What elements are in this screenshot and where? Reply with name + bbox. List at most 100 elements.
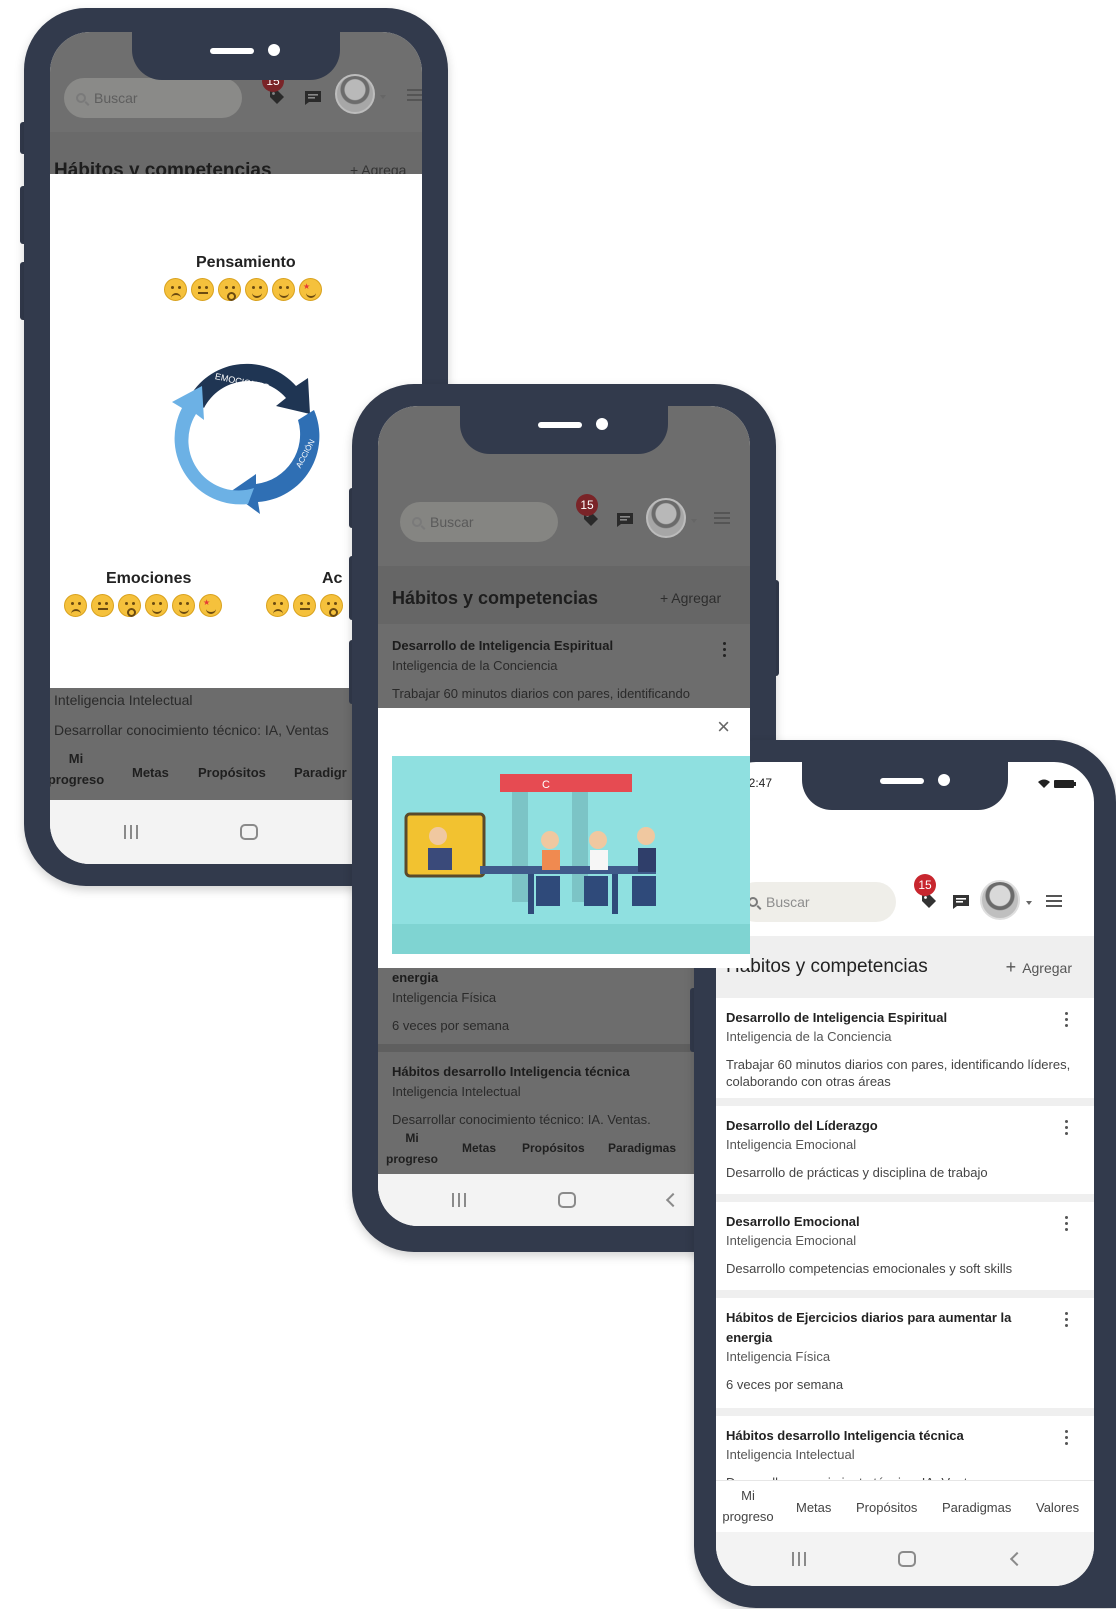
tab-metas[interactable]: Metas [796,1497,831,1518]
more-options-icon[interactable] [1065,1312,1068,1330]
tab-valores[interactable]: Valores [1036,1497,1079,1518]
chevron-down-icon [691,519,697,523]
phone2-card-1[interactable]: Desarrollo de Inteligencia Espiritual In… [378,624,750,708]
card-subtitle: Inteligencia Emocional [726,1233,857,1248]
emoji-sad-icon[interactable] [164,278,187,301]
more-options-icon[interactable] [1065,1216,1068,1234]
section-title: Hábitos y competencias [392,588,599,608]
phone2-video-modal: × C [378,708,750,968]
tab-mi-progreso[interactable]: Mi progreso [50,748,108,790]
menu-icon[interactable] [407,89,422,101]
phone1-notch [132,32,340,80]
emoji-happy-icon[interactable] [145,594,168,617]
emociones-label: Emociones [106,570,192,587]
tab-mi-progreso[interactable]: Mi progreso [380,1128,444,1170]
recent-apps-icon[interactable] [452,1193,466,1207]
more-options-icon[interactable] [723,642,726,660]
emoji-star-eyes-icon[interactable] [199,594,222,617]
emoji-laughing-icon[interactable] [272,278,295,301]
menu-icon[interactable] [714,512,730,524]
avatar[interactable] [980,880,1020,920]
card-description: Trabajar 60 minutos diarios con pares, i… [392,686,690,701]
search-placeholder: Buscar [766,894,810,910]
card-subtitle: Inteligencia Física [726,1349,831,1364]
list-item[interactable]: Desarrollo de Inteligencia Espiritual In… [716,998,1094,1106]
menu-icon[interactable] [1046,895,1062,907]
back-icon[interactable] [665,1192,681,1208]
back-icon[interactable] [1009,1551,1025,1567]
card-description: 6 veces por semana [726,1377,844,1392]
mockup-stage: Buscar 15 Hábitos y competencias + Agreg… [0,0,1116,1609]
avatar[interactable] [646,498,686,538]
search-input[interactable]: Buscar [736,882,896,922]
tab-propositos[interactable]: Propósitos [522,1138,585,1159]
emoji-laughing-icon[interactable] [172,594,195,617]
tab-propositos[interactable]: Propósitos [198,762,266,783]
card-subtitle: Inteligencia Intelectual [54,692,193,708]
notification-badge: 15 [914,874,936,896]
list-item[interactable]: Desarrollo Emocional Inteligencia Emocio… [716,1202,1094,1298]
tab-metas[interactable]: Metas [462,1138,496,1159]
phone1-search-input[interactable]: Buscar [64,78,242,118]
card-title: Hábitos desarrollo Inteligencia técnica [392,1064,630,1079]
more-options-icon[interactable] [1065,1012,1068,1030]
list-item[interactable]: Desarrollo del Líderazgo Inteligencia Em… [716,1106,1094,1202]
emoji-surprised-icon[interactable] [218,278,241,301]
phone2-section-head: Hábitos y competencias + Agregar [378,566,750,624]
habits-list: Desarrollo de Inteligencia Espiritual In… [716,998,1094,1506]
card-description: Desarrollo competencias emocionales y so… [726,1261,1013,1276]
chat-icon[interactable] [616,512,634,528]
tab-paradigmas[interactable]: Paradigmas [942,1497,1011,1518]
more-options-icon[interactable] [1065,1430,1068,1448]
tab-propositos[interactable]: Propósitos [856,1497,917,1518]
avatar[interactable] [335,74,375,114]
emoji-surprised-icon[interactable] [320,594,343,617]
accion-label: Ac [322,570,343,587]
status-icons [1038,779,1076,788]
search-placeholder: Buscar [94,90,138,106]
chat-icon[interactable] [952,894,970,910]
emoji-neutral-icon[interactable] [191,278,214,301]
phone2-search-input[interactable]: Buscar [400,502,558,542]
emoji-neutral-icon[interactable] [293,594,316,617]
card-description: Desarrollar conocimiento técnico: IA, Ve… [54,722,329,738]
emoji-neutral-icon[interactable] [91,594,114,617]
pensamiento-label: Pensamiento [196,254,296,271]
home-icon[interactable] [558,1192,576,1208]
cycle-label-pensamiento: PENSAMIENTO [196,412,212,464]
card-title: Desarrollo Emocional [726,1214,860,1229]
phone1-section-head: Hábitos y competencias + Agrega [50,132,422,181]
phone3-notch [802,762,1008,810]
emoji-star-eyes-icon[interactable] [299,278,322,301]
emoji-sad-icon[interactable] [64,594,87,617]
video-conference-illustration[interactable]: C [392,756,750,954]
search-icon [76,93,86,103]
recent-apps-icon[interactable] [124,825,138,839]
tab-mi-progreso[interactable]: Mi progreso [716,1485,780,1527]
accion-emoji-scale[interactable] [266,594,343,617]
emociones-emoji-scale[interactable] [64,594,222,617]
card-subtitle: Inteligencia Intelectual [726,1447,855,1462]
card-description: Trabajar 60 minutos diarios con pares, i… [726,1057,1071,1089]
close-icon[interactable]: × [717,716,730,738]
tab-paradigmas[interactable]: Paradigmas [608,1138,676,1159]
chat-icon[interactable] [304,90,322,106]
home-icon[interactable] [240,824,258,840]
recent-apps-icon[interactable] [792,1552,806,1566]
list-item[interactable]: Hábitos de Ejercicios diarios para aumen… [716,1298,1094,1416]
home-icon[interactable] [898,1551,916,1567]
tab-paradigmas[interactable]: Paradigr [294,762,347,783]
emoji-sad-icon[interactable] [266,594,289,617]
notification-badge: 15 [576,494,598,516]
pensamiento-emoji-scale[interactable] [164,278,322,301]
bottom-tabbar: Mi progreso Metas Propósitos Paradigmas V… [716,1480,1094,1532]
emoji-happy-icon[interactable] [245,278,268,301]
phone3-frame: 22:47 Buscar 15 Hábitos y competencias +… [694,740,1116,1608]
add-button[interactable]: + Agregar [660,590,721,606]
card-title: Hábitos desarrollo Inteligencia técnica [726,1428,964,1443]
tab-metas[interactable]: Metas [132,762,169,783]
card-subtitle: Inteligencia Intelectual [392,1084,521,1099]
more-options-icon[interactable] [1065,1120,1068,1138]
add-button[interactable]: + Agregar [1006,957,1072,978]
emoji-surprised-icon[interactable] [118,594,141,617]
